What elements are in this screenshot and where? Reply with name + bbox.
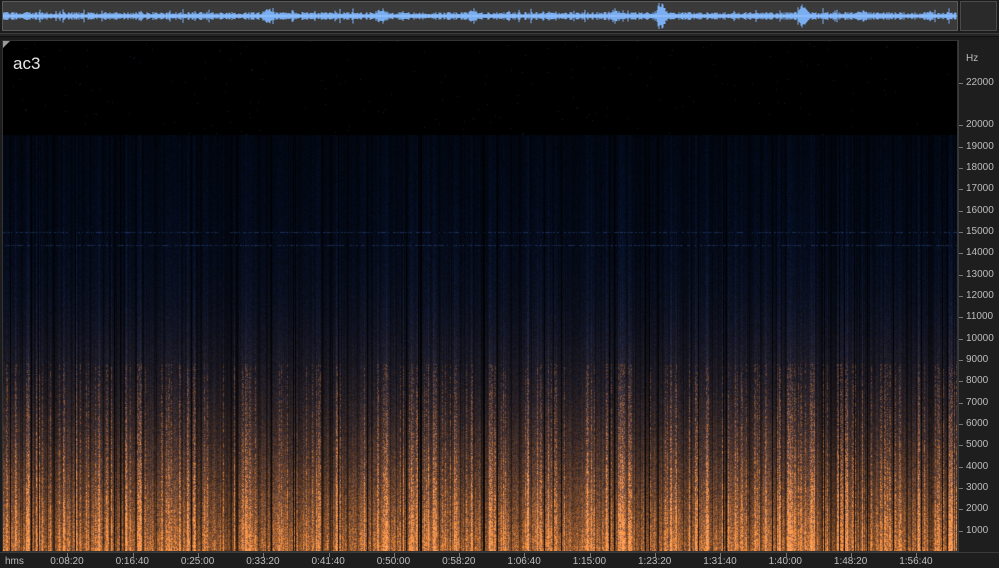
frequency-tick — [959, 253, 963, 255]
frequency-tick — [959, 466, 963, 468]
frequency-tick-label: 12000 — [966, 290, 994, 301]
time-tick-label: 0:08:20 — [50, 556, 84, 567]
frequency-tick-label: 19000 — [966, 140, 994, 152]
time-tick-label: 1:23:20 — [638, 556, 672, 567]
frequency-tick — [959, 424, 963, 425]
track-marker-icon — [3, 41, 10, 48]
frequency-axis[interactable]: Hz 22000 20000 19000 18000 17000 16000 15000 14… — [958, 40, 999, 552]
time-tick-label: 0:33:20 — [246, 556, 280, 567]
time-tick-label: 1:56:40 — [899, 556, 933, 567]
frequency-tick-label: 2000 — [966, 503, 989, 515]
track-name-label: ac3 — [13, 54, 41, 73]
time-tick-label: 1:48:20 — [833, 556, 868, 567]
frequency-tick — [959, 168, 963, 169]
frequency-tick — [959, 189, 963, 191]
waveform-graph — [3, 3, 957, 29]
frequency-unit-label: Hz — [966, 53, 979, 64]
time-tick-label: 1:31:40 — [703, 556, 737, 567]
spectrogram-canvas[interactable] — [3, 41, 957, 551]
frequency-tick-label: 20000 — [966, 119, 994, 131]
frequency-tick-label: 17000 — [966, 183, 994, 195]
frequency-tick — [959, 210, 963, 212]
frequency-tick — [959, 125, 963, 127]
frequency-tick-label: 10000 — [966, 332, 994, 344]
frequency-tick — [959, 232, 963, 233]
frequency-tick — [959, 146, 963, 148]
frequency-tick — [959, 338, 963, 340]
spectrogram-view[interactable] — [2, 40, 958, 552]
time-tick-label: 0:25:00 — [180, 556, 215, 567]
frequency-tick — [959, 82, 963, 84]
frequency-tick-label: 11000 — [966, 311, 994, 323]
frequency-tick-label: 4000 — [966, 460, 989, 472]
frequency-tick — [959, 488, 963, 489]
time-unit-label: hms — [5, 556, 24, 567]
frequency-tick — [959, 530, 963, 532]
frequency-tick — [959, 317, 963, 319]
frequency-tick-label: 7000 — [966, 396, 989, 408]
frequency-tick — [959, 296, 963, 297]
time-tick-label: 0:41:40 — [311, 556, 345, 567]
frequency-tick-label: 14000 — [966, 247, 994, 259]
frequency-tick-label: 8000 — [966, 375, 989, 387]
frequency-tick-label: 3000 — [966, 482, 989, 493]
frequency-tick — [959, 360, 963, 361]
time-tick-label: 1:06:40 — [507, 556, 541, 567]
frequency-tick — [959, 445, 963, 447]
time-tick-label: 0:50:00 — [376, 556, 411, 567]
time-tick-label: 0:58:20 — [442, 556, 476, 567]
overview-scroll-area[interactable] — [960, 1, 997, 31]
pane-divider[interactable] — [0, 33, 999, 37]
frequency-tick-label: 18000 — [966, 162, 994, 173]
time-tick-label: 1:15:00 — [572, 556, 607, 567]
frequency-tick-label: 22000 — [966, 76, 994, 88]
frequency-tick — [959, 509, 963, 511]
waveform-overview[interactable] — [2, 1, 958, 31]
frequency-tick-label: 16000 — [966, 204, 994, 216]
frequency-tick — [959, 381, 963, 383]
frequency-tick-label: 6000 — [966, 418, 989, 429]
frequency-tick-label: 9000 — [966, 354, 989, 365]
time-axis[interactable]: hms 0:08:20 0:16:40 0:25:00 0:33:20 0:41:40 0… — [0, 552, 999, 568]
time-tick-label: 1:40:00 — [768, 556, 802, 567]
frequency-tick — [959, 274, 963, 276]
time-tick-label: 0:16:40 — [115, 556, 149, 567]
frequency-tick-label: 13000 — [966, 268, 994, 280]
frequency-tick-label: 1000 — [966, 524, 989, 536]
frequency-tick — [959, 402, 963, 404]
frequency-tick-label: 5000 — [966, 439, 989, 451]
frequency-tick-label: 15000 — [966, 226, 994, 237]
